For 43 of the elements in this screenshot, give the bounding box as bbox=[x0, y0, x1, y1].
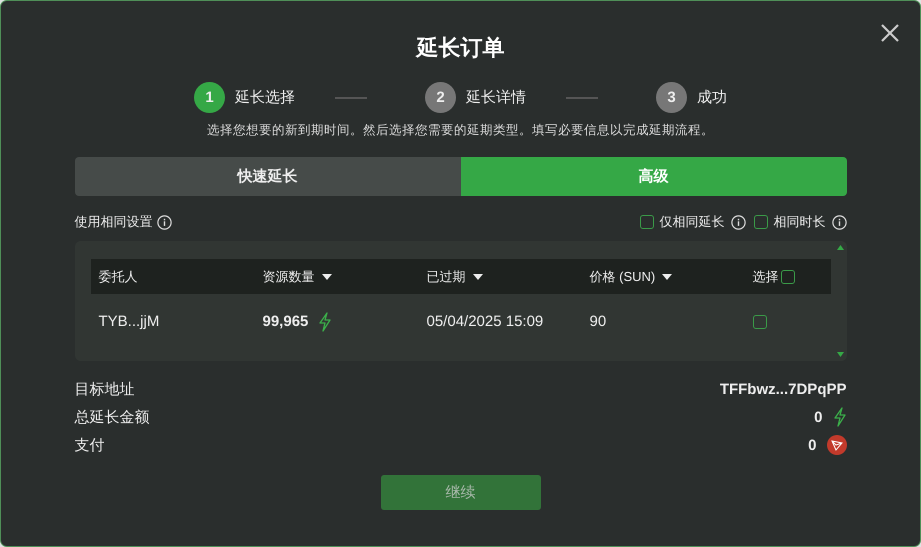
column-header[interactable]: 资源数量 bbox=[262, 268, 314, 286]
column-header: 选择 bbox=[752, 268, 778, 286]
step-label: 延长选择 bbox=[235, 88, 295, 107]
scroll-down-icon[interactable] bbox=[836, 352, 844, 357]
summary-label: 支付 bbox=[74, 436, 104, 454]
option-label: 相同时长 bbox=[774, 213, 826, 231]
price-value: 90 bbox=[590, 313, 606, 330]
delegator-address: TYB...jjM bbox=[98, 313, 160, 330]
column-header[interactable]: 已过期 bbox=[426, 268, 466, 286]
setting-label: 使用相同设置 bbox=[74, 213, 152, 231]
lightning-icon bbox=[832, 407, 846, 427]
dialog-title: 延长订单 bbox=[416, 34, 504, 62]
summary-value: TFFbwz...7DPqPP bbox=[720, 380, 846, 398]
close-icon[interactable] bbox=[880, 23, 900, 43]
tab[interactable]: 快速延长 bbox=[74, 157, 460, 196]
step-label: 成功 bbox=[697, 88, 727, 107]
info-icon[interactable] bbox=[156, 214, 172, 230]
step-number: 1 bbox=[194, 82, 225, 113]
step-number: 3 bbox=[656, 82, 687, 113]
scroll-up-icon[interactable] bbox=[836, 245, 844, 250]
info-icon[interactable] bbox=[832, 214, 846, 230]
summary-label: 目标地址 bbox=[74, 380, 134, 398]
column-header: 委托人 bbox=[98, 268, 138, 286]
summary-label: 总延长金额 bbox=[74, 408, 150, 426]
resource-amount: 99,965 bbox=[262, 313, 308, 330]
checkbox[interactable] bbox=[780, 270, 794, 284]
info-icon[interactable] bbox=[730, 214, 746, 230]
step-number: 2 bbox=[425, 82, 456, 113]
instructions-text: 选择您想要的新到期时间。然后选择您需要的延期类型。填写必要信息以完成延期流程。 bbox=[207, 122, 714, 139]
column-header[interactable]: 价格 (SUN) bbox=[590, 268, 656, 286]
checkbox[interactable] bbox=[754, 215, 768, 229]
sort-caret-icon[interactable] bbox=[472, 274, 482, 280]
expiry-time: 05/04/2025 15:09 bbox=[426, 313, 544, 330]
lightning-icon bbox=[318, 312, 332, 332]
sort-caret-icon[interactable] bbox=[662, 274, 672, 280]
option-label: 仅相同延长 bbox=[660, 213, 724, 231]
trx-coin-icon bbox=[826, 435, 846, 455]
sort-caret-icon[interactable] bbox=[322, 274, 332, 280]
summary-value: 0 bbox=[808, 436, 816, 454]
checkbox[interactable] bbox=[640, 215, 654, 229]
checkbox[interactable] bbox=[752, 314, 766, 328]
step-label: 延长详情 bbox=[466, 88, 526, 107]
summary-value: 0 bbox=[814, 408, 822, 426]
